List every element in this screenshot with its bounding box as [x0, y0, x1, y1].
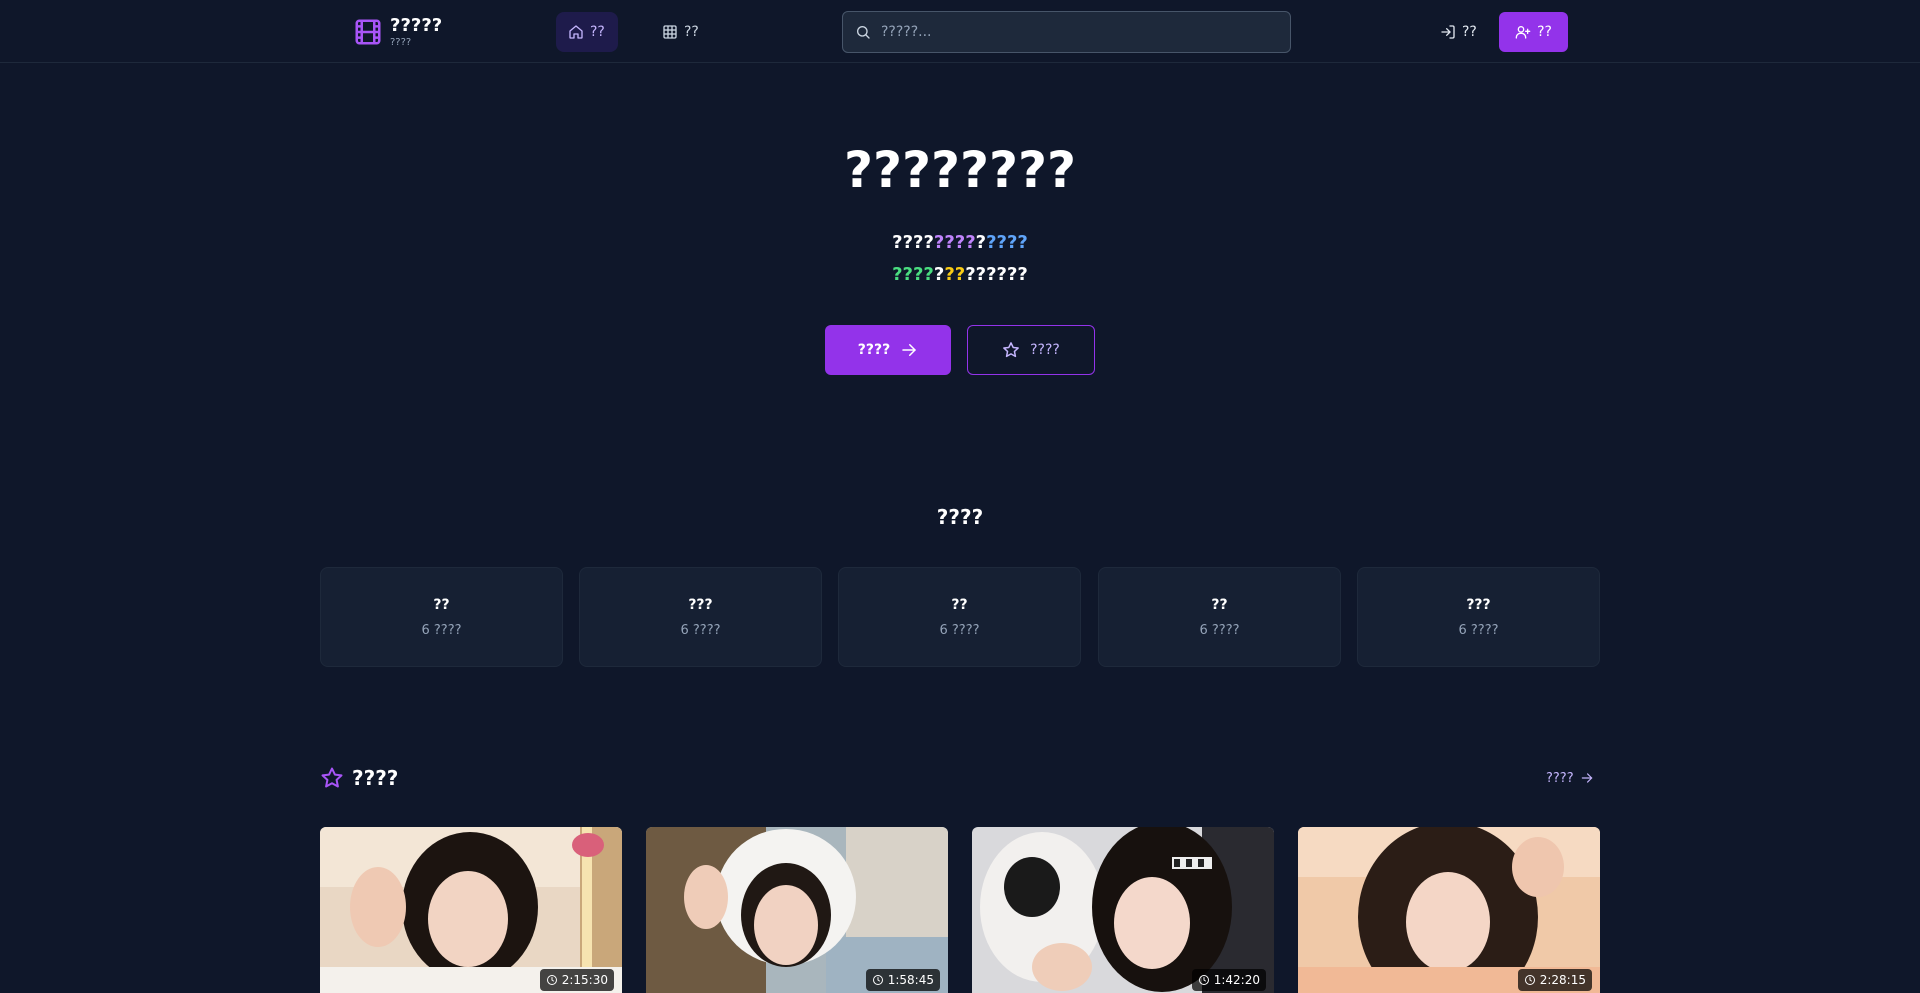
- brand-subtitle: ????: [390, 37, 412, 48]
- nav-home-label: ??: [590, 24, 605, 40]
- film-icon: [355, 19, 381, 45]
- hero-tagline-2: ?????????????: [0, 263, 1920, 287]
- nav-home[interactable]: ??: [556, 12, 618, 52]
- category-card[interactable]: ??? 6 ????: [1357, 567, 1600, 667]
- featured-section-header: ????: [320, 764, 398, 792]
- view-all-label: ????: [1546, 770, 1574, 786]
- category-count: 6 ????: [939, 622, 980, 638]
- brand-title: ?????: [390, 15, 443, 36]
- category-name: ??: [951, 596, 968, 613]
- hero-line1-part3: ?: [975, 232, 987, 253]
- star-icon: [1003, 342, 1019, 358]
- video-duration-text: 2:28:15: [1539, 973, 1586, 987]
- hero-line1-part1: ????: [892, 232, 934, 253]
- search-input[interactable]: [881, 24, 1278, 40]
- category-count: 6 ????: [1199, 622, 1240, 638]
- clock-icon: [546, 975, 557, 985]
- hero-line2-part2: ?: [933, 264, 945, 285]
- register-button[interactable]: ??: [1499, 12, 1568, 52]
- login-button[interactable]: ??: [1428, 12, 1489, 52]
- home-icon: [569, 25, 583, 39]
- featured-button[interactable]: ????: [967, 325, 1095, 375]
- video-duration: 2:28:15: [1517, 969, 1592, 991]
- category-card[interactable]: ?? 6 ????: [838, 567, 1081, 667]
- featured-section-title: ????: [352, 766, 399, 790]
- video-card[interactable]: 2:28:15: [1298, 827, 1600, 993]
- brand-text: ????? ????: [390, 15, 442, 49]
- hero-line2-part4: ??????: [965, 264, 1028, 285]
- register-label: ??: [1537, 24, 1552, 40]
- star-icon: [321, 767, 343, 788]
- category-card[interactable]: ?? 6 ????: [320, 567, 563, 667]
- hero-line1-part2: ????: [933, 232, 976, 253]
- video-duration: 1:58:45: [865, 969, 940, 991]
- view-all-link[interactable]: ????: [1546, 768, 1594, 788]
- clock-icon: [872, 975, 883, 985]
- login-icon: [1441, 25, 1455, 39]
- category-count: 6 ????: [1458, 622, 1499, 638]
- featured-button-label: ????: [1030, 342, 1060, 358]
- category-count: 6 ????: [680, 622, 721, 638]
- category-card[interactable]: ?? 6 ????: [1098, 567, 1341, 667]
- category-card[interactable]: ??? 6 ????: [579, 567, 822, 667]
- video-duration-text: 1:58:45: [887, 973, 934, 987]
- start-browsing-button[interactable]: ????: [825, 325, 951, 375]
- nav-categories[interactable]: ??: [650, 12, 712, 52]
- category-name: ???: [1466, 596, 1491, 613]
- arrow-right-icon: [1581, 773, 1592, 783]
- clock-icon: [1524, 975, 1535, 985]
- category-count: 6 ????: [421, 622, 462, 638]
- login-label: ??: [1462, 24, 1477, 40]
- hero-tagline-1: ?????????????: [0, 231, 1920, 255]
- user-plus-icon: [1515, 26, 1531, 39]
- top-header: ????? ???? ?? ?? ?????... ?? ??: [0, 0, 1920, 63]
- category-name: ??: [433, 596, 450, 613]
- video-duration-text: 2:15:30: [561, 973, 608, 987]
- video-duration: 2:15:30: [539, 969, 614, 991]
- hero-line1-part4: ????: [986, 232, 1028, 253]
- video-card[interactable]: 1:58:45: [646, 827, 948, 993]
- search-icon: [857, 26, 870, 39]
- hero-title: ????????: [843, 141, 1077, 199]
- search-box: [842, 11, 1291, 53]
- clock-icon: [1198, 975, 1209, 985]
- grid-icon: [663, 25, 677, 39]
- video-duration: 1:42:20: [1191, 969, 1266, 991]
- brand-logo-link[interactable]: ????? ????: [353, 14, 442, 50]
- category-name: ???: [688, 596, 713, 613]
- hero-line2-part3: ??: [944, 264, 966, 285]
- category-name: ??: [1211, 596, 1228, 613]
- categories-section-title: ????: [936, 505, 984, 529]
- arrow-right-icon: [902, 344, 916, 356]
- video-duration-text: 1:42:20: [1213, 973, 1260, 987]
- video-card[interactable]: 2:15:30: [320, 827, 622, 993]
- hero-line2-part1: ????: [892, 264, 934, 285]
- start-browsing-label: ????: [857, 342, 891, 358]
- video-card[interactable]: 1:42:20: [972, 827, 1274, 993]
- nav-categories-label: ??: [684, 24, 699, 40]
